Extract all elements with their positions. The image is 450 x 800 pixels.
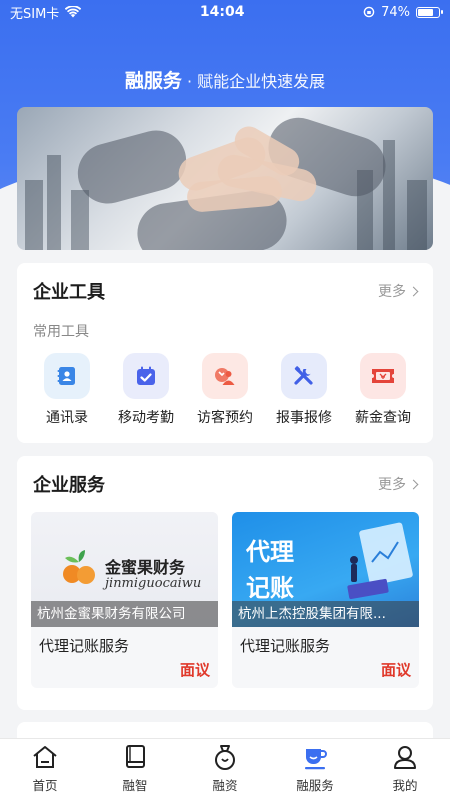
tab-rongzi[interactable]: 融资	[185, 743, 265, 794]
battery-percent: 74%	[381, 4, 410, 20]
service-item[interactable]: 代理 记账 杭州上杰控股集团有限... 代理记账服务 面议	[232, 512, 419, 688]
service-name: 代理记账服务	[240, 637, 331, 655]
tool-attendance[interactable]: 移动考勤	[108, 353, 184, 427]
hero-main-title: 融服务	[124, 70, 182, 92]
cup-icon	[305, 749, 327, 770]
service-item[interactable]: 金蜜果财务 jinmiguocaiwu 杭州金蜜果财务有限公司 代理记账服务 面…	[31, 512, 218, 688]
ticket-icon	[360, 353, 406, 399]
tools-card-title: 企业工具	[33, 282, 105, 303]
tool-label: 报事报修	[276, 410, 332, 426]
tab-rongfuwu[interactable]: 融服务	[275, 743, 355, 794]
tools-more-label: 更多	[378, 284, 406, 300]
tab-label: 我的	[392, 778, 418, 793]
image-text-line-2: 记账	[246, 574, 294, 602]
common-tools-label: 常用工具	[33, 324, 89, 340]
wifi-icon	[65, 6, 82, 18]
logo-pinyin: jinmiguocaiwu	[105, 576, 202, 591]
status-bar: 无SIM卡 14:04 74%	[0, 0, 450, 24]
service-price: 面议	[179, 661, 210, 679]
tool-repair[interactable]: 报事报修	[266, 353, 342, 427]
services-more-label: 更多	[378, 477, 406, 493]
services-more-link[interactable]: 更多	[378, 474, 419, 494]
tools-more-link[interactable]: 更多	[378, 281, 419, 301]
orientation-lock-icon	[363, 6, 375, 18]
services-card-title: 企业服务	[33, 475, 105, 496]
tab-rongzhi[interactable]: 融智	[95, 743, 175, 794]
tool-label: 移动考勤	[118, 410, 174, 426]
tab-label: 融服务	[296, 778, 334, 793]
tab-home[interactable]: 首页	[5, 743, 85, 794]
tool-label: 薪金查询	[355, 410, 411, 426]
tab-label: 融资	[212, 778, 238, 793]
banner-image[interactable]	[17, 107, 433, 250]
service-image: 金蜜果财务 jinmiguocaiwu 杭州金蜜果财务有限公司	[31, 512, 218, 627]
calendar-check-icon	[123, 353, 169, 399]
book-icon	[126, 745, 145, 768]
user-icon	[394, 746, 416, 769]
hero-subtitle: · 赋能企业快速发展	[186, 72, 326, 91]
service-company: 杭州金蜜果财务有限公司	[31, 601, 218, 627]
status-time: 14:04	[199, 4, 245, 20]
enterprise-tools-card: 企业工具 更多 常用工具 通讯录 移动考勤 访客预约 报事报修 薪金查询	[17, 263, 433, 443]
home-icon	[33, 746, 57, 768]
money-bag-icon	[215, 745, 235, 770]
visitor-icon	[202, 353, 248, 399]
service-image: 代理 记账 杭州上杰控股集团有限...	[232, 512, 419, 627]
battery-icon	[415, 6, 443, 18]
hero-title: 融服务 · 赋能企业快速发展	[0, 66, 450, 93]
contacts-icon	[44, 353, 90, 399]
logo-chinese: 金蜜果财务	[105, 558, 186, 577]
enterprise-services-card: 企业服务 更多 金蜜果财务 jinmiguocaiwu 杭州金蜜果财务有限公司 …	[17, 456, 433, 710]
carrier-label: 无SIM卡	[10, 6, 60, 22]
tool-visitor[interactable]: 访客预约	[187, 353, 263, 427]
service-company: 杭州上杰控股集团有限...	[232, 601, 419, 627]
service-price: 面议	[380, 661, 411, 679]
tool-salary[interactable]: 薪金查询	[345, 353, 421, 427]
accounting-illustration-icon	[347, 522, 413, 600]
tool-label: 通讯录	[46, 410, 88, 426]
chevron-right-icon	[408, 286, 419, 296]
tab-label: 首页	[32, 778, 58, 793]
service-name: 代理记账服务	[39, 637, 130, 655]
tool-label: 访客预约	[197, 410, 253, 426]
tab-label: 融智	[122, 778, 148, 793]
tools-icon	[281, 353, 327, 399]
tab-mine[interactable]: 我的	[365, 743, 445, 794]
bottom-tab-bar: 首页 融智 融资 融服务 我的	[0, 738, 450, 800]
fruit-logo-icon	[63, 550, 95, 584]
image-text-line-1: 代理	[246, 538, 294, 566]
chevron-right-icon	[408, 479, 419, 489]
tool-contacts[interactable]: 通讯录	[29, 353, 105, 427]
